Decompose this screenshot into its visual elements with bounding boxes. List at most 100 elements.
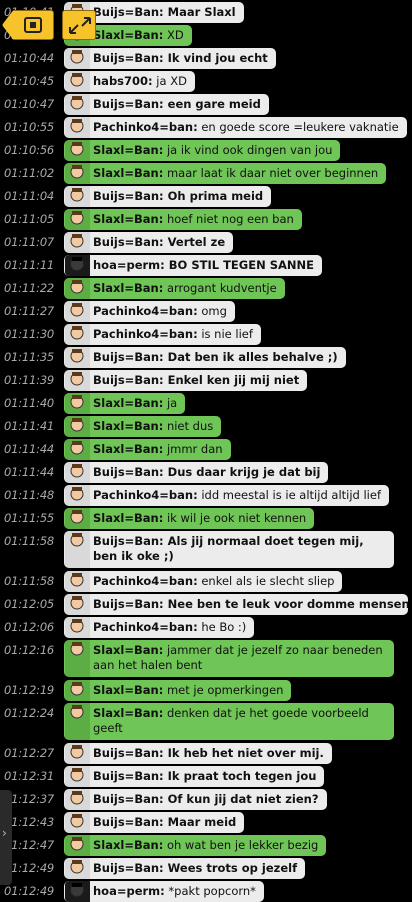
sender-name[interactable]: Slaxl=Ban: [93, 442, 163, 456]
sender-name[interactable]: Slaxl=Ban: [93, 166, 163, 180]
user-avatar-icon[interactable] [65, 617, 90, 638]
user-avatar-icon[interactable] [65, 301, 90, 322]
chat-bubble[interactable]: Buijs=Ban: Nee ben te leuk voor domme me… [64, 594, 408, 615]
user-avatar-icon[interactable] [65, 232, 90, 253]
user-avatar-icon[interactable] [65, 48, 90, 69]
sender-name[interactable]: Buijs=Ban: [93, 373, 164, 387]
chat-bubble[interactable]: hoa=perm: BO STIL TEGEN SANNE [64, 255, 322, 276]
user-avatar-icon[interactable] [65, 71, 90, 92]
user-avatar-icon[interactable] [65, 439, 90, 460]
user-avatar-icon[interactable] [65, 393, 90, 414]
chat-bubble[interactable]: Slaxl=Ban: jammer dat je jezelf zo naar … [64, 640, 394, 677]
sidebar-toggle[interactable]: › [0, 790, 12, 885]
chat-bubble[interactable]: Buijs=Ban: Maar meid [64, 812, 244, 833]
user-avatar-icon[interactable] [65, 743, 90, 764]
user-avatar-icon[interactable] [65, 324, 90, 345]
user-avatar-icon[interactable] [65, 835, 90, 856]
sender-name[interactable]: Buijs=Ban: [93, 861, 164, 875]
chat-bubble[interactable]: Buijs=Ban: Oh prima meid [64, 186, 271, 207]
chat-bubble[interactable]: Buijs=Ban: Wees trots op jezelf [64, 858, 305, 879]
user-avatar-icon[interactable] [65, 186, 90, 207]
chat-bubble[interactable]: hoa=perm: *pakt popcorn* [64, 881, 264, 902]
user-avatar-icon[interactable] [65, 640, 90, 677]
sender-name[interactable]: Slaxl=Ban: [93, 838, 163, 852]
sender-name[interactable]: Pachinko4=ban: [93, 620, 198, 634]
user-avatar-icon[interactable] [65, 594, 90, 615]
user-avatar-icon[interactable] [65, 117, 90, 138]
user-avatar-icon[interactable] [65, 858, 90, 879]
sender-name[interactable]: habs700: [93, 74, 153, 88]
sender-name[interactable]: Slaxl=Ban: [93, 643, 163, 657]
user-avatar-icon[interactable] [65, 209, 90, 230]
sender-name[interactable]: Buijs=Ban: [93, 189, 164, 203]
sender-name[interactable]: Buijs=Ban: [93, 769, 164, 783]
chat-bubble[interactable]: Buijs=Ban: een gare meid [64, 94, 269, 115]
chat-bubble[interactable]: Buijs=Ban: Of kun jij dat niet zien? [64, 789, 327, 810]
sender-name[interactable]: Buijs=Ban: [93, 815, 164, 829]
user-avatar-icon[interactable] [65, 347, 90, 368]
sender-name[interactable]: Buijs=Ban: [93, 597, 164, 611]
user-avatar-icon[interactable] [65, 255, 90, 276]
sender-name[interactable]: Slaxl=Ban: [93, 683, 163, 697]
chat-bubble[interactable]: Buijs=Ban: Ik vind jou echt [64, 48, 276, 69]
sender-name[interactable]: Slaxl=Ban: [93, 28, 163, 42]
chat-bubble[interactable]: Buijs=Ban: Ik heb het niet over mij. [64, 743, 332, 764]
sender-name[interactable]: Slaxl=Ban: [93, 281, 163, 295]
sender-name[interactable]: Pachinko4=ban: [93, 327, 198, 341]
sender-name[interactable]: Buijs=Ban: [93, 534, 164, 548]
chat-bubble[interactable]: Buijs=Ban: Als jij normaal doet tegen mi… [64, 531, 394, 568]
sender-name[interactable]: Pachinko4=ban: [93, 304, 198, 318]
chat-bubble[interactable]: habs700: ja XD [64, 71, 195, 92]
chat-bubble[interactable]: Pachinko4=ban: is nie lief [64, 324, 261, 345]
chat-bubble[interactable]: Slaxl=Ban: ja ik vind ook dingen van jou [64, 140, 340, 161]
user-avatar-icon[interactable] [65, 881, 90, 902]
sender-name[interactable]: Buijs=Ban: [93, 97, 164, 111]
user-avatar-icon[interactable] [65, 163, 90, 184]
sender-name[interactable]: Pachinko4=ban: [93, 574, 198, 588]
sender-name[interactable]: Slaxl=Ban: [93, 143, 163, 157]
chat-bubble[interactable]: Buijs=Ban: Dat ben ik alles behalve ;) [64, 347, 346, 368]
sender-name[interactable]: Pachinko4=ban: [93, 120, 198, 134]
user-avatar-icon[interactable] [65, 812, 90, 833]
sender-name[interactable]: Buijs=Ban: [93, 5, 164, 19]
sender-name[interactable]: Slaxl=Ban: [93, 706, 163, 720]
sender-name[interactable]: Pachinko4=ban: [93, 488, 198, 502]
chat-bubble[interactable]: Slaxl=Ban: niet dus [64, 416, 221, 437]
sender-name[interactable]: Slaxl=Ban: [93, 212, 163, 226]
sender-name[interactable]: Buijs=Ban: [93, 51, 164, 65]
user-avatar-icon[interactable] [65, 571, 90, 592]
sender-name[interactable]: Buijs=Ban: [93, 746, 164, 760]
chat-bubble[interactable]: Buijs=Ban: Dus daar krijg je dat bij [64, 462, 328, 483]
chat-bubble[interactable]: Buijs=Ban: Ik praat toch tegen jou [64, 766, 324, 787]
expand-button[interactable] [62, 10, 96, 40]
sender-name[interactable]: Buijs=Ban: [93, 792, 164, 806]
chat-bubble[interactable]: Pachinko4=ban: en goede score =leukere v… [64, 117, 407, 138]
sender-name[interactable]: Slaxl=Ban: [93, 419, 163, 433]
sender-name[interactable]: hoa=perm: [93, 258, 165, 272]
user-avatar-icon[interactable] [65, 140, 90, 161]
chat-bubble[interactable]: Slaxl=Ban: jmmr dan [64, 439, 231, 460]
user-avatar-icon[interactable] [65, 94, 90, 115]
chat-bubble[interactable]: Pachinko4=ban: enkel als ie slecht sliep [64, 571, 342, 592]
user-avatar-icon[interactable] [65, 766, 90, 787]
sender-name[interactable]: Buijs=Ban: [93, 235, 164, 249]
user-avatar-icon[interactable] [65, 370, 90, 391]
user-avatar-icon[interactable] [65, 680, 90, 701]
chat-bubble[interactable]: Buijs=Ban: Vertel ze [64, 232, 233, 253]
chat-bubble[interactable]: Buijs=Ban: Enkel ken jij mij niet [64, 370, 307, 391]
user-avatar-icon[interactable] [65, 789, 90, 810]
user-avatar-icon[interactable] [65, 462, 90, 483]
sender-name[interactable]: Buijs=Ban: [93, 465, 164, 479]
chat-bubble[interactable]: Slaxl=Ban: oh wat ben je lekker bezig [64, 835, 326, 856]
sender-name[interactable]: Slaxl=Ban: [93, 511, 163, 525]
chat-bubble[interactable]: Slaxl=Ban: maar laat ik daar niet over b… [64, 163, 386, 184]
chat-bubble[interactable]: Pachinko4=ban: omg [64, 301, 235, 322]
user-avatar-icon[interactable] [65, 485, 90, 506]
chat-bubble[interactable]: Slaxl=Ban: ik wil je ook niet kennen [64, 508, 314, 529]
chat-bubble[interactable]: Slaxl=Ban: ja [64, 393, 185, 414]
chat-bubble[interactable]: Pachinko4=ban: he Bo :) [64, 617, 254, 638]
chat-bubble[interactable]: Slaxl=Ban: arrogant kudventje [64, 278, 285, 299]
sender-name[interactable]: hoa=perm: [93, 884, 165, 898]
chat-bubble[interactable]: Pachinko4=ban: idd meestal is ie altijd … [64, 485, 389, 506]
user-avatar-icon[interactable] [65, 508, 90, 529]
